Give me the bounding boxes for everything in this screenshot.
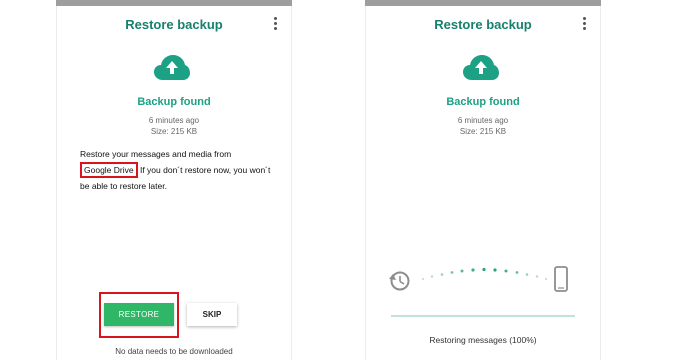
- smartphone-icon: [554, 266, 568, 292]
- backup-size: Size: 215 KB: [150, 127, 198, 136]
- restore-animation: [389, 266, 568, 292]
- download-note: No data needs to be downloaded: [115, 347, 233, 356]
- more-vert-icon[interactable]: [274, 17, 278, 31]
- backup-found-label: Backup found: [137, 96, 211, 108]
- google-drive-highlight: Google Drive: [80, 162, 138, 178]
- restore-screen-left: Restore backup Backup found 6 minutes ag…: [56, 0, 292, 360]
- history-icon: [389, 271, 410, 291]
- backup-size: Size: 215 KB: [459, 127, 507, 136]
- backup-time: 6 minutes ago: [457, 116, 509, 125]
- restore-screen-right: Restore backup Backup found 6 minutes ag…: [365, 0, 601, 360]
- backup-found-label: Backup found: [446, 96, 520, 108]
- restore-button[interactable]: RESTORE: [104, 303, 174, 326]
- cloud-upload-icon: [463, 55, 499, 80]
- progress-dots: [421, 267, 548, 281]
- restore-progress-bar: [391, 315, 575, 317]
- restore-progress-fill: [391, 315, 575, 317]
- screen-title: Restore backup: [434, 17, 532, 32]
- status-bar: [365, 0, 601, 6]
- restore-progress-text: Restoring messages (100%): [429, 335, 537, 345]
- screen-title: Restore backup: [125, 17, 223, 32]
- cloud-upload-icon: [154, 55, 190, 80]
- status-bar: [56, 0, 292, 6]
- restore-description: Restore your messages and media from Goo…: [80, 146, 280, 194]
- description-text-1: Restore your messages and media from: [80, 149, 232, 159]
- skip-button[interactable]: SKIP: [187, 303, 237, 326]
- backup-time: 6 minutes ago: [148, 116, 200, 125]
- more-vert-icon[interactable]: [583, 17, 587, 31]
